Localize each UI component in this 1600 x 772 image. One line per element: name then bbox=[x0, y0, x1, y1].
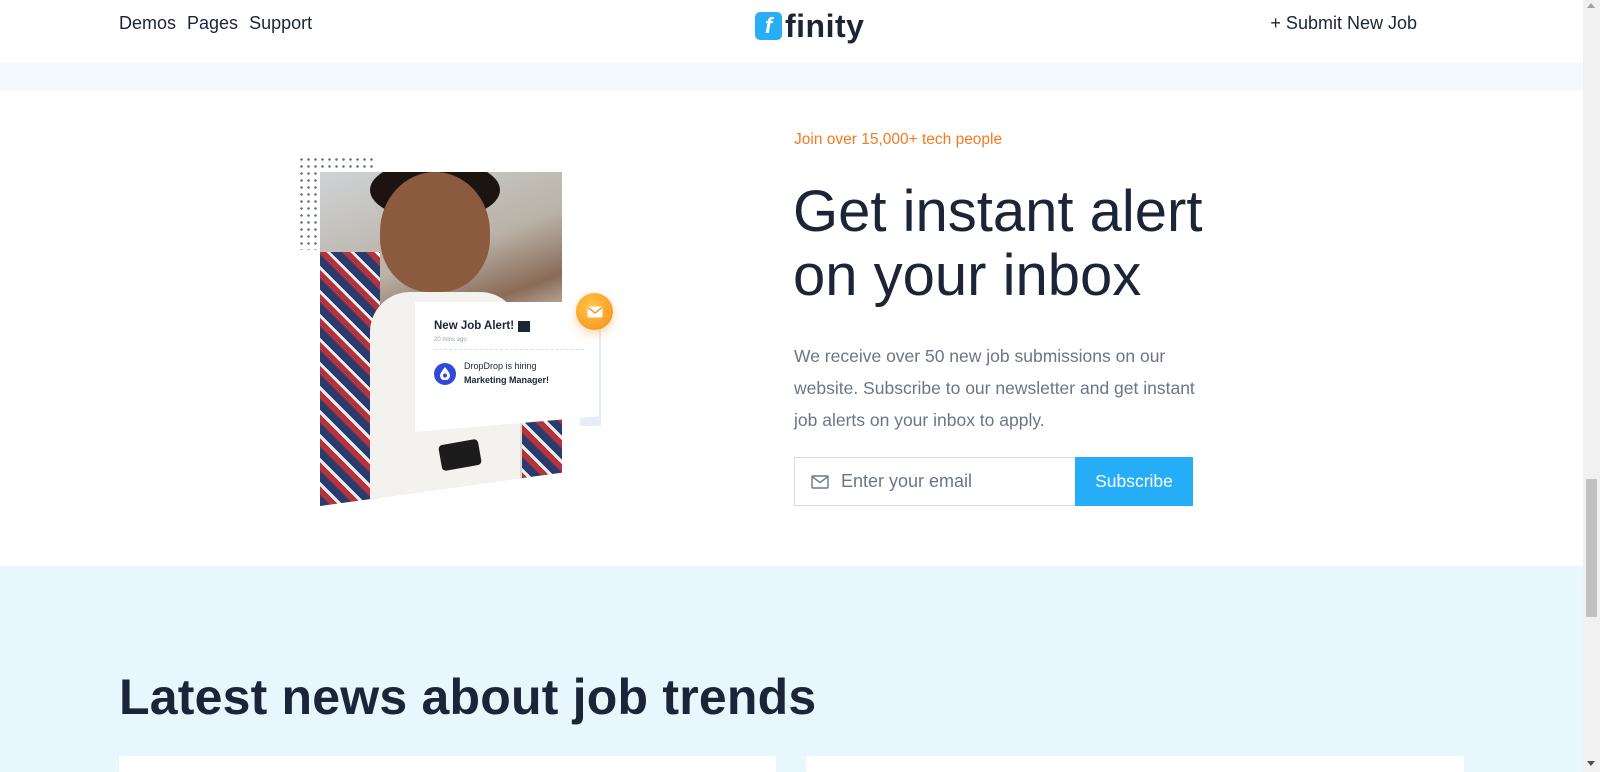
news-section-title: Latest news about job trends bbox=[119, 669, 817, 725]
logo-text: finity bbox=[785, 8, 865, 44]
scroll-down-arrow-icon[interactable] bbox=[1587, 761, 1595, 766]
alert-title: New Job Alert! bbox=[434, 320, 515, 332]
dropdrop-logo-icon bbox=[434, 362, 456, 385]
site-header: Demos Pages Support f finity + Submit Ne… bbox=[0, 0, 1583, 63]
mail-icon bbox=[576, 293, 613, 330]
submit-new-job-link[interactable]: + Submit New Job bbox=[1270, 13, 1417, 34]
alert-role: Marketing Manager! bbox=[464, 374, 550, 385]
nav-pages[interactable]: Pages bbox=[187, 13, 238, 34]
subscribe-button[interactable]: Subscribe bbox=[1075, 457, 1193, 506]
main-nav: Demos Pages Support bbox=[119, 13, 312, 34]
logo-mark: f bbox=[755, 12, 782, 40]
subscribe-form: Subscribe bbox=[794, 457, 1193, 506]
envelope-icon bbox=[811, 474, 829, 489]
news-card[interactable] bbox=[806, 756, 1464, 772]
page-scrollbar[interactable] bbox=[1583, 0, 1600, 772]
news-section: Latest news about job trends bbox=[0, 566, 1583, 772]
news-card[interactable] bbox=[119, 756, 776, 772]
newsletter-section bbox=[0, 91, 1583, 566]
alert-time: 20 mins ago bbox=[434, 337, 467, 343]
newsletter-title: Get instant alert on your inbox bbox=[793, 179, 1203, 308]
email-field-wrapper bbox=[795, 458, 1075, 505]
alert-company: DropDrop is hiring bbox=[464, 361, 537, 371]
alert-divider bbox=[434, 349, 584, 350]
email-input[interactable] bbox=[841, 471, 1061, 492]
section-divider-band bbox=[0, 63, 1583, 91]
nav-demos[interactable]: Demos bbox=[119, 13, 176, 34]
finity-logo[interactable]: f finity bbox=[755, 10, 864, 42]
newsletter-kicker: Join over 15,000+ tech people bbox=[794, 131, 1003, 148]
job-alert-card: New Job Alert! 20 mins ago DropDrop is h… bbox=[415, 302, 599, 432]
scroll-up-arrow-icon[interactable] bbox=[1587, 3, 1595, 8]
alert-square-icon bbox=[518, 320, 531, 332]
nav-support[interactable]: Support bbox=[249, 13, 312, 34]
newsletter-illustration: New Job Alert! 20 mins ago DropDrop is h… bbox=[298, 156, 618, 506]
newsletter-description: We receive over 50 new job submissions o… bbox=[794, 346, 1195, 430]
scroll-thumb[interactable] bbox=[1586, 479, 1597, 617]
